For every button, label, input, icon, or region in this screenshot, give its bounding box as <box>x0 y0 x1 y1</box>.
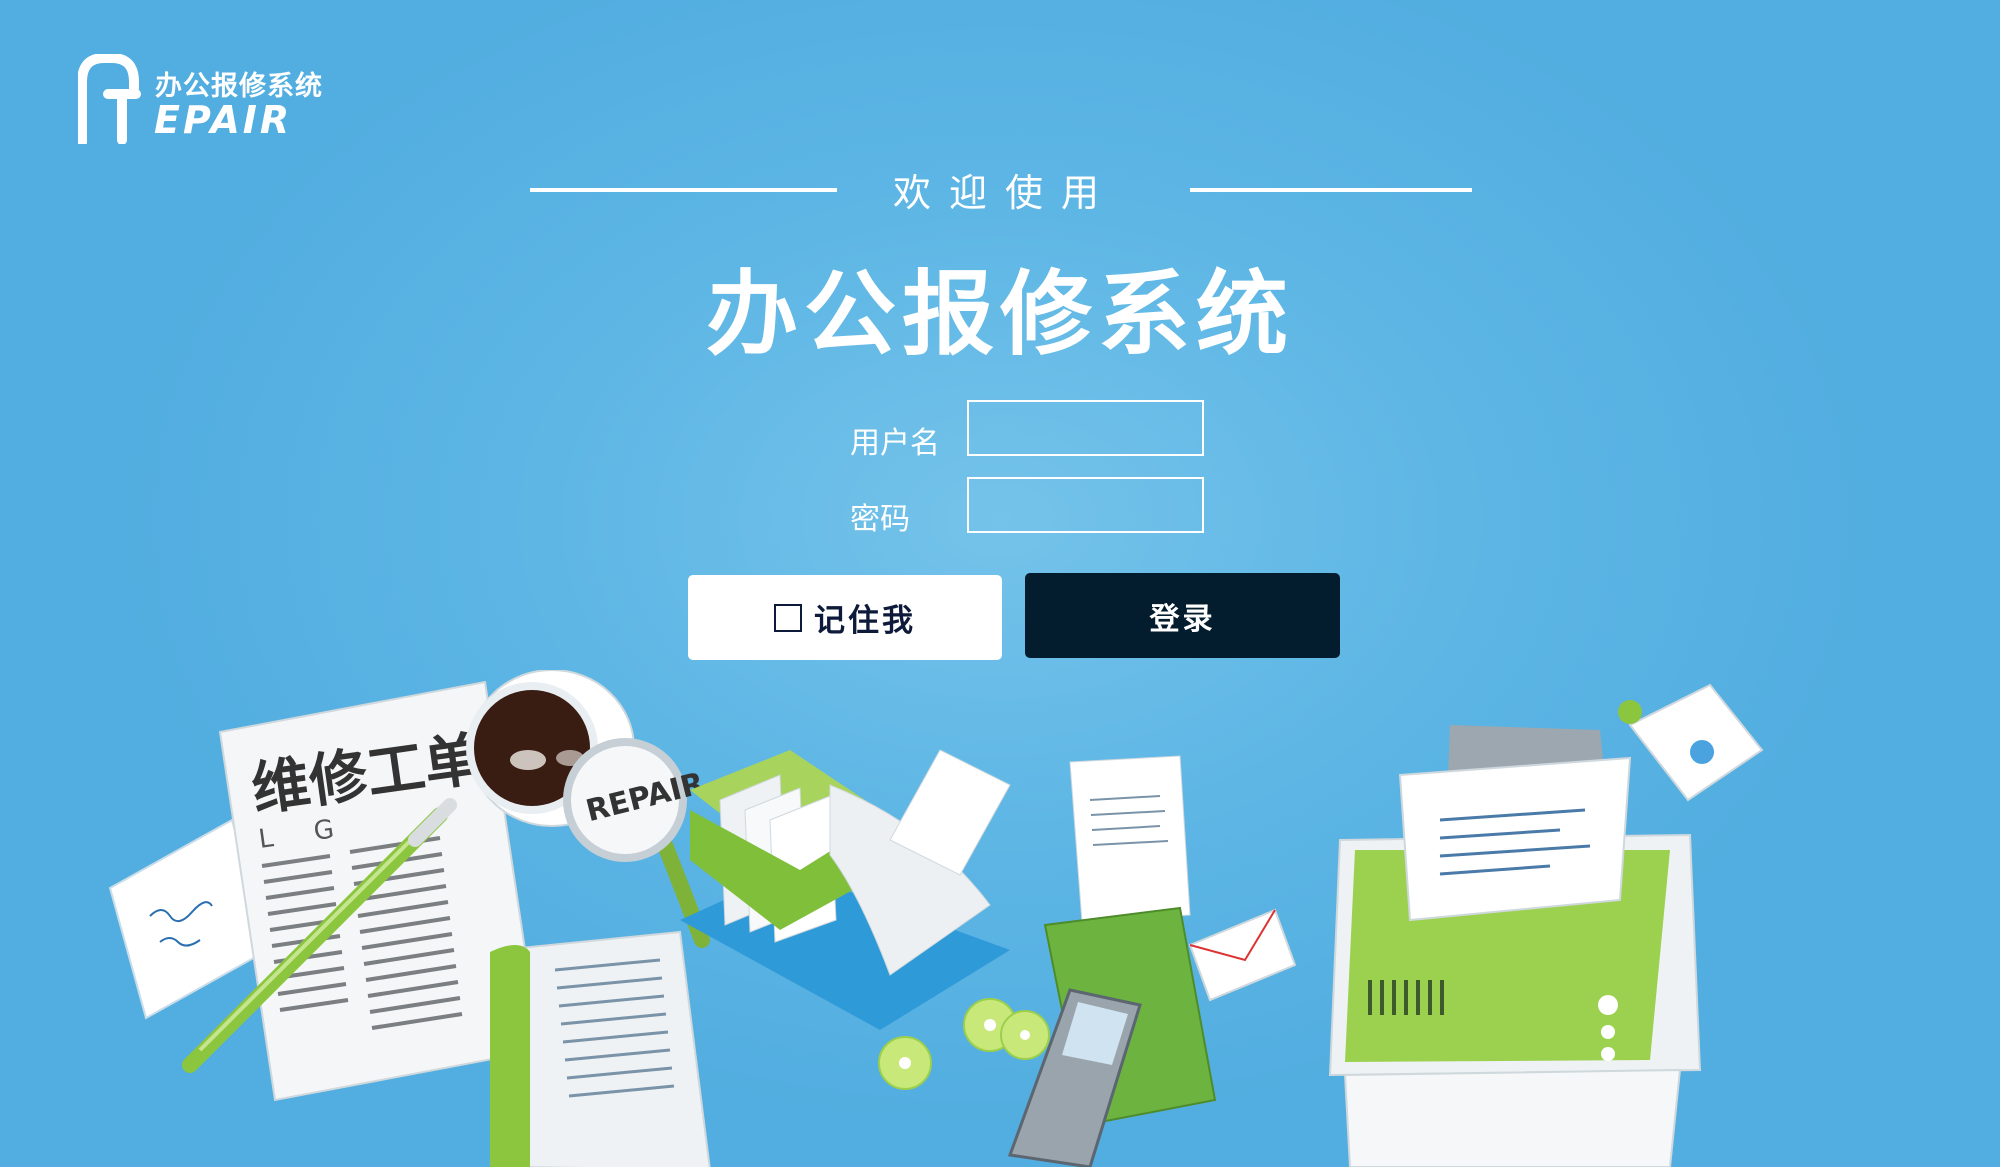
heading-divider-right <box>1190 188 1472 192</box>
username-label: 用户名 <box>850 426 940 461</box>
password-input[interactable] <box>967 477 1204 533</box>
login-button[interactable]: 登录 <box>1025 573 1340 658</box>
office-illustration: 维修工单 L G REPAIR <box>108 670 1764 1167</box>
password-label: 密码 <box>850 502 910 537</box>
remember-me-checkbox[interactable]: 记住我 <box>688 575 1002 660</box>
checkbox-icon[interactable] <box>774 603 802 632</box>
pinned-note-icon <box>1618 683 1764 802</box>
newspaper-initial-g: G <box>312 814 336 847</box>
binder-icon <box>490 930 711 1167</box>
logo-english-name: EPAIR <box>154 98 293 142</box>
magnifying-glass-icon: REPAIR <box>563 738 710 948</box>
heading-divider-left <box>530 188 837 192</box>
envelope-icon <box>1188 908 1297 1002</box>
welcome-text: 欢迎使用 <box>892 171 1117 215</box>
username-input[interactable] <box>967 400 1204 456</box>
page-title: 办公报修系统 <box>705 261 1294 368</box>
remember-me-label: 记住我 <box>814 603 916 639</box>
printer-icon <box>1328 725 1702 1167</box>
